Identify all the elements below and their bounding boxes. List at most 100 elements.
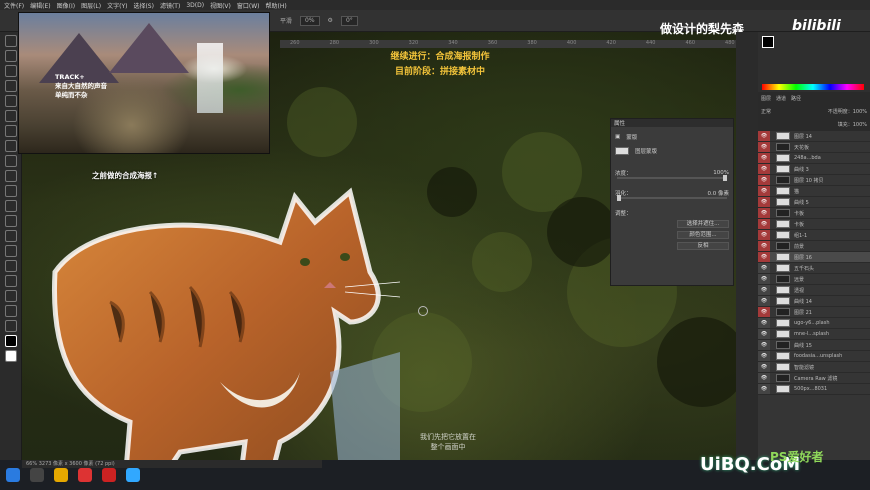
- tab-paths[interactable]: 路径: [791, 95, 801, 102]
- search-icon[interactable]: [30, 468, 44, 482]
- invert-button[interactable]: 反相: [677, 242, 729, 250]
- shape-tool-icon[interactable]: [5, 290, 17, 302]
- menu-item-filter[interactable]: 滤镜(T): [160, 1, 180, 10]
- blur-tool-icon[interactable]: [5, 215, 17, 227]
- density-slider[interactable]: [617, 175, 727, 181]
- type-tool-icon[interactable]: [5, 260, 17, 272]
- gradient-tool-icon[interactable]: [5, 200, 17, 212]
- background-color-swatch[interactable]: [5, 350, 17, 362]
- history-brush-icon[interactable]: [5, 170, 17, 182]
- layer-row[interactable]: 👁 图层 14: [758, 131, 870, 142]
- brush-tool-icon[interactable]: [5, 140, 17, 152]
- visibility-eye-icon[interactable]: 👁: [758, 175, 770, 185]
- angle-input[interactable]: 0°: [340, 15, 358, 26]
- layer-row[interactable]: 👁 Camera Raw 滤镜: [758, 373, 870, 384]
- visibility-eye-icon[interactable]: 👁: [758, 351, 770, 361]
- visibility-eye-icon[interactable]: 👁: [758, 219, 770, 229]
- layer-row[interactable]: 👁 五千石头: [758, 263, 870, 274]
- gear-icon[interactable]: ⚙: [328, 17, 333, 24]
- zoom-level[interactable]: 66%: [26, 461, 37, 467]
- stamp-tool-icon[interactable]: [5, 155, 17, 167]
- menu-item-layer[interactable]: 图层(L): [81, 1, 101, 10]
- blend-mode-select[interactable]: 正常: [761, 108, 771, 115]
- visibility-eye-icon[interactable]: 👁: [758, 197, 770, 207]
- hand-tool-icon[interactable]: [5, 305, 17, 317]
- visibility-eye-icon[interactable]: 👁: [758, 142, 770, 152]
- visibility-eye-icon[interactable]: 👁: [758, 208, 770, 218]
- layer-row[interactable]: 👁 曲线 14: [758, 296, 870, 307]
- visibility-eye-icon[interactable]: 👁: [758, 296, 770, 306]
- menu-item-image[interactable]: 图像(I): [57, 1, 75, 10]
- visibility-eye-icon[interactable]: 👁: [758, 164, 770, 174]
- layer-row[interactable]: 👁 图层 10 拷贝: [758, 175, 870, 186]
- visibility-eye-icon[interactable]: 👁: [758, 153, 770, 163]
- layer-row[interactable]: 👁 天花板: [758, 142, 870, 153]
- visibility-eye-icon[interactable]: 👁: [758, 274, 770, 284]
- mask-thumbnail[interactable]: [615, 147, 629, 155]
- windows-start-icon[interactable]: [6, 468, 20, 482]
- layer-row[interactable]: 👁 曲线 5: [758, 197, 870, 208]
- layer-row[interactable]: 👁 图层 21: [758, 307, 870, 318]
- move-tool-icon[interactable]: [5, 35, 17, 47]
- visibility-eye-icon[interactable]: 👁: [758, 329, 770, 339]
- visibility-eye-icon[interactable]: 👁: [758, 131, 770, 141]
- visibility-eye-icon[interactable]: 👁: [758, 230, 770, 240]
- layer-row[interactable]: 👁 曲线 15: [758, 340, 870, 351]
- menu-item-window[interactable]: 窗口(W): [237, 1, 260, 10]
- color-range-button[interactable]: 颜色范围...: [677, 231, 729, 239]
- visibility-eye-icon[interactable]: 👁: [758, 384, 770, 394]
- select-and-mask-button[interactable]: 选择并遮住...: [677, 220, 729, 228]
- visibility-eye-icon[interactable]: 👁: [758, 186, 770, 196]
- layer-mask-row[interactable]: 图层蒙版: [611, 147, 733, 155]
- color-spectrum[interactable]: [762, 84, 864, 90]
- eyedropper-tool-icon[interactable]: [5, 110, 17, 122]
- smoothing-input[interactable]: 0%: [300, 15, 320, 26]
- layer-row[interactable]: 👁 远景: [758, 274, 870, 285]
- dodge-tool-icon[interactable]: [5, 230, 17, 242]
- zoom-tool-icon[interactable]: [5, 320, 17, 332]
- path-select-tool-icon[interactable]: [5, 275, 17, 287]
- foreground-swatch[interactable]: [762, 36, 774, 48]
- visibility-eye-icon[interactable]: 👁: [758, 307, 770, 317]
- tab-channels[interactable]: 通道: [776, 95, 786, 102]
- layer-row[interactable]: 👁 mne-l...splash: [758, 329, 870, 340]
- fill-field[interactable]: 填充：100%: [838, 121, 867, 128]
- menu-item-file[interactable]: 文件(F): [4, 1, 24, 10]
- feather-value[interactable]: 0.0 像素: [708, 189, 730, 197]
- marquee-tool-icon[interactable]: [5, 50, 17, 62]
- visibility-eye-icon[interactable]: 👁: [758, 263, 770, 273]
- layer-row[interactable]: 👁 透视: [758, 285, 870, 296]
- layer-row[interactable]: 👁 前景: [758, 241, 870, 252]
- layer-row[interactable]: 👁 248a...bda: [758, 153, 870, 164]
- pen-tool-icon[interactable]: [5, 245, 17, 257]
- visibility-eye-icon[interactable]: 👁: [758, 362, 770, 372]
- visibility-eye-icon[interactable]: 👁: [758, 318, 770, 328]
- file-explorer-icon[interactable]: [54, 468, 68, 482]
- opacity-field[interactable]: 不透明度：100%: [828, 108, 867, 115]
- visibility-eye-icon[interactable]: 👁: [758, 285, 770, 295]
- photoshop-icon[interactable]: [126, 468, 140, 482]
- layer-row[interactable]: 👁 ugo-y6...plash: [758, 318, 870, 329]
- browser-icon[interactable]: [78, 468, 92, 482]
- lasso-tool-icon[interactable]: [5, 65, 17, 77]
- menu-item-select[interactable]: 选择(S): [133, 1, 154, 10]
- visibility-eye-icon[interactable]: 👁: [758, 373, 770, 383]
- eraser-tool-icon[interactable]: [5, 185, 17, 197]
- visibility-eye-icon[interactable]: 👁: [758, 241, 770, 251]
- layer-row[interactable]: 👁 曲线 3: [758, 164, 870, 175]
- tab-layers[interactable]: 图层: [761, 95, 771, 102]
- layer-row[interactable]: 👁 500px...8031: [758, 384, 870, 395]
- layer-row[interactable]: 👁 猫: [758, 186, 870, 197]
- layer-row[interactable]: 👁 foodasia...unsplash: [758, 351, 870, 362]
- menu-item-edit[interactable]: 编辑(E): [30, 1, 50, 10]
- app-icon[interactable]: [102, 468, 116, 482]
- layer-row[interactable]: 👁 组1-1: [758, 230, 870, 241]
- quick-select-tool-icon[interactable]: [5, 80, 17, 92]
- healing-tool-icon[interactable]: [5, 125, 17, 137]
- foreground-color-swatch[interactable]: [5, 335, 17, 347]
- menu-item-type[interactable]: 文字(Y): [107, 1, 127, 10]
- visibility-eye-icon[interactable]: 👁: [758, 340, 770, 350]
- layer-row[interactable]: 👁 卡板: [758, 208, 870, 219]
- layer-row[interactable]: 👁 智能滤镜: [758, 362, 870, 373]
- crop-tool-icon[interactable]: [5, 95, 17, 107]
